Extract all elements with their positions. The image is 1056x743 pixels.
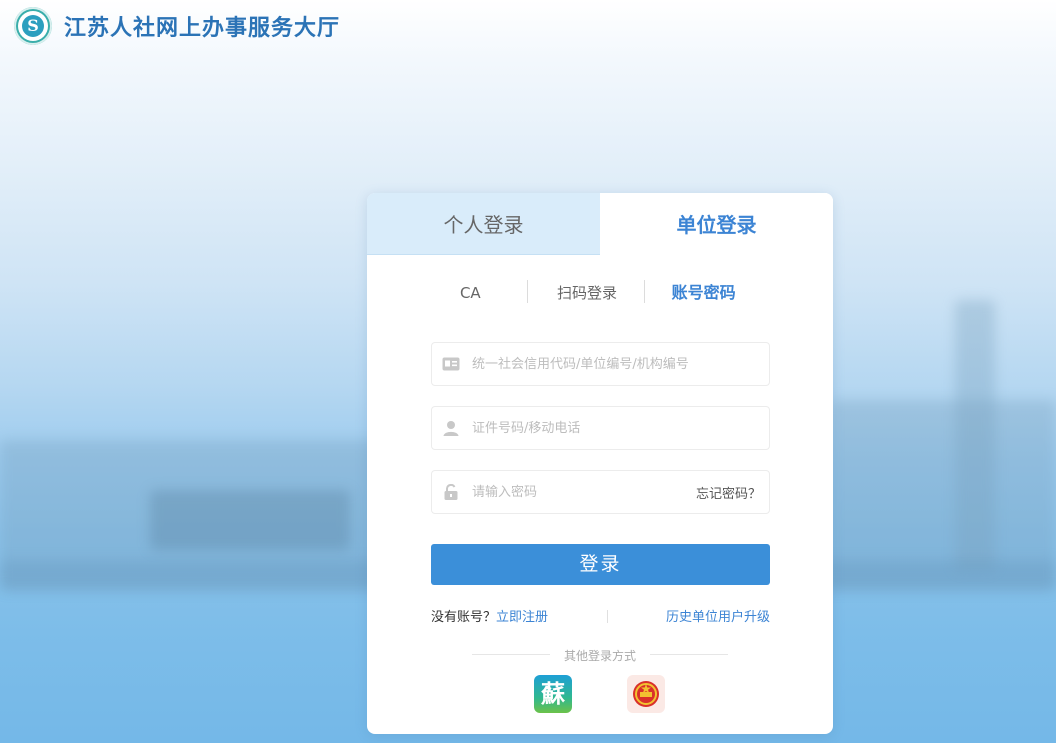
tab-personal-login[interactable]: 个人登录: [367, 193, 600, 255]
national-emblem-icon[interactable]: [627, 675, 665, 713]
site-title: 江苏人社网上办事服务大厅: [64, 15, 341, 41]
other-left-line: [472, 654, 550, 655]
user-icon: [432, 420, 470, 436]
org-code-input[interactable]: [470, 355, 769, 373]
subtab-account-password[interactable]: 账号密码: [645, 273, 762, 313]
login-card: 个人登录 单位登录 CA 扫码登录 账号密码 忘记密码？ 登录 没有账号？立即注…: [367, 193, 833, 734]
password-input[interactable]: [470, 483, 696, 501]
id-card-icon: [432, 357, 470, 371]
register-prompt: 没有账号？立即注册: [431, 606, 548, 625]
login-type-tabs: 个人登录 单位登录: [367, 193, 833, 255]
jiangsu-hrss-logo-icon: S: [14, 7, 52, 45]
account-links: 没有账号？立即注册 历史单位用户升级: [431, 606, 770, 628]
login-button[interactable]: 登录: [431, 544, 770, 585]
other-login-label: 其他登录方式: [563, 649, 636, 663]
org-code-field: [431, 342, 770, 386]
site-header: S 江苏人社网上办事服务大厅: [14, 6, 340, 46]
subtab-divider: [644, 280, 645, 303]
links-divider: [607, 610, 608, 623]
upgrade-link[interactable]: 历史单位用户升级: [666, 606, 770, 625]
subtab-qr-login[interactable]: 扫码登录: [529, 273, 646, 313]
login-method-tabs: CA 扫码登录 账号密码: [412, 273, 762, 313]
other-login-apps: 蘇: [367, 675, 833, 715]
password-field: 忘记密码？: [431, 470, 770, 514]
forgot-password-link[interactable]: 忘记密码？: [696, 483, 769, 502]
register-link[interactable]: 立即注册: [496, 610, 548, 625]
other-right-line: [650, 654, 728, 655]
id-phone-field: [431, 406, 770, 450]
subtab-ca[interactable]: CA: [412, 273, 529, 313]
other-login-methods: 其他登录方式: [472, 645, 728, 663]
tab-unit-login[interactable]: 单位登录: [600, 193, 833, 255]
no-account-text: 没有账号？: [431, 610, 497, 625]
subtab-divider: [527, 280, 528, 303]
lock-icon: [432, 484, 470, 500]
su-service-app-icon[interactable]: 蘇: [534, 675, 572, 713]
id-phone-input[interactable]: [470, 419, 769, 437]
